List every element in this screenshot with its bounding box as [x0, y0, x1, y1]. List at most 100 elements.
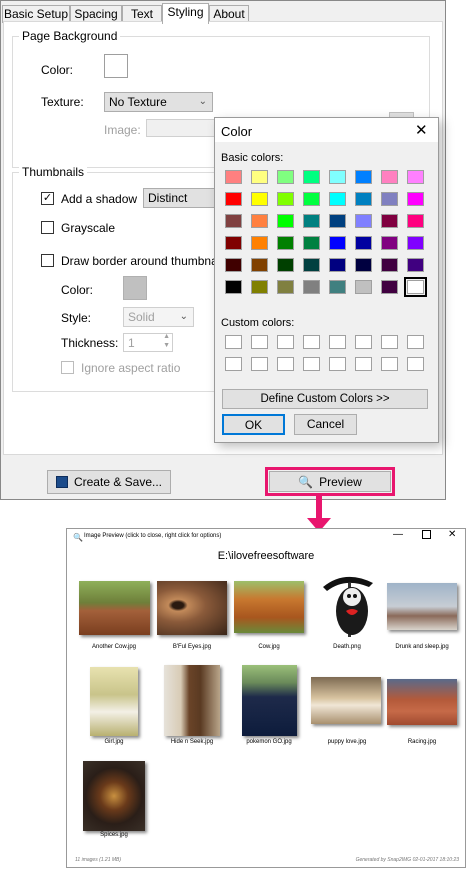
basic-color-swatch[interactable] — [225, 170, 242, 184]
preview-button[interactable]: 🔍 Preview — [269, 471, 391, 492]
basic-color-swatch[interactable] — [251, 170, 268, 184]
basic-color-swatch[interactable] — [355, 280, 372, 294]
thumb-bful-eyes[interactable] — [157, 581, 227, 635]
custom-color-swatch[interactable] — [303, 335, 320, 349]
basic-color-swatch[interactable] — [277, 280, 294, 294]
basic-color-swatch[interactable] — [355, 236, 372, 250]
basic-color-swatch[interactable] — [277, 170, 294, 184]
basic-color-swatch[interactable] — [329, 214, 346, 228]
thickness-spinner[interactable]: 1 ▲ ▼ — [123, 333, 173, 352]
basic-color-swatch[interactable] — [303, 280, 320, 294]
basic-color-swatch[interactable] — [407, 258, 424, 272]
basic-color-swatch[interactable] — [329, 170, 346, 184]
custom-color-swatch[interactable] — [251, 335, 268, 349]
thumb-another-cow[interactable] — [79, 581, 150, 635]
basic-color-swatch[interactable] — [407, 170, 424, 184]
cancel-button[interactable]: Cancel — [294, 414, 357, 435]
create-save-button[interactable]: Create & Save... — [47, 470, 171, 494]
basic-color-swatch[interactable] — [303, 214, 320, 228]
basic-color-swatch[interactable] — [303, 170, 320, 184]
custom-color-swatch[interactable] — [251, 357, 268, 371]
basic-color-swatch[interactable] — [277, 214, 294, 228]
basic-color-swatch[interactable] — [277, 236, 294, 250]
thumb-spices[interactable] — [83, 761, 145, 831]
basic-color-swatch[interactable] — [225, 280, 242, 294]
basic-color-swatch[interactable] — [303, 236, 320, 250]
thumb-pokemon-go[interactable] — [242, 665, 297, 736]
image-path-field[interactable] — [146, 119, 218, 137]
basic-color-swatch[interactable] — [404, 277, 427, 297]
draw-border-checkbox[interactable] — [41, 254, 54, 267]
thumb-hide-n-seek[interactable] — [164, 665, 220, 736]
tab-styling[interactable]: Styling — [162, 3, 209, 24]
custom-color-swatch[interactable] — [329, 357, 346, 371]
basic-color-swatch[interactable] — [303, 192, 320, 206]
basic-color-swatch[interactable] — [407, 236, 424, 250]
custom-color-swatch[interactable] — [277, 357, 294, 371]
bg-color-swatch[interactable] — [104, 54, 128, 78]
basic-color-swatch[interactable] — [225, 214, 242, 228]
custom-color-swatch[interactable] — [225, 357, 242, 371]
define-custom-colors-button[interactable]: Define Custom Colors >> — [222, 389, 428, 409]
basic-color-swatch[interactable] — [303, 258, 320, 272]
basic-color-swatch[interactable] — [355, 192, 372, 206]
ok-button[interactable]: OK — [222, 414, 285, 435]
custom-color-swatch[interactable] — [407, 357, 424, 371]
grayscale-checkbox[interactable] — [41, 221, 54, 234]
thumb-racing[interactable] — [387, 679, 457, 725]
minimize-icon[interactable]: — — [393, 529, 403, 540]
caption-death: Death.png — [333, 644, 361, 650]
basic-color-swatch[interactable] — [407, 192, 424, 206]
thumb-puppy-love[interactable] — [311, 677, 381, 724]
maximize-icon[interactable] — [422, 530, 431, 539]
basic-color-swatch[interactable] — [381, 170, 398, 184]
shadow-type-dropdown[interactable]: Distinct — [143, 188, 215, 208]
close-icon[interactable]: ✕ — [415, 121, 428, 139]
basic-color-swatch[interactable] — [225, 236, 242, 250]
basic-color-swatch[interactable] — [407, 214, 424, 228]
custom-color-swatch[interactable] — [277, 335, 294, 349]
basic-color-swatch[interactable] — [381, 192, 398, 206]
basic-color-swatch[interactable] — [381, 236, 398, 250]
custom-color-swatch[interactable] — [303, 357, 320, 371]
basic-color-swatch[interactable] — [251, 214, 268, 228]
border-style-dropdown[interactable]: Solid ⌄ — [123, 307, 194, 327]
custom-color-swatch[interactable] — [381, 357, 398, 371]
custom-color-swatch[interactable] — [355, 357, 372, 371]
custom-color-swatch[interactable] — [329, 335, 346, 349]
basic-color-swatch[interactable] — [355, 170, 372, 184]
basic-color-swatch[interactable] — [277, 258, 294, 272]
spin-down-icon[interactable]: ▼ — [163, 342, 170, 349]
custom-color-swatch[interactable] — [381, 335, 398, 349]
basic-color-swatch[interactable] — [251, 192, 268, 206]
custom-color-swatch[interactable] — [225, 335, 242, 349]
custom-color-swatch[interactable] — [407, 335, 424, 349]
basic-color-swatch[interactable] — [251, 258, 268, 272]
add-shadow-checkbox[interactable]: ✓ — [41, 192, 54, 205]
basic-color-swatch[interactable] — [329, 258, 346, 272]
basic-color-swatch[interactable] — [329, 192, 346, 206]
thumb-drunk-and-sleep[interactable] — [387, 583, 457, 630]
basic-color-swatch[interactable] — [329, 236, 346, 250]
thumb-cow[interactable] — [234, 581, 304, 633]
basic-color-swatch[interactable] — [277, 192, 294, 206]
basic-color-swatch[interactable] — [251, 280, 268, 294]
thumb-girl[interactable] — [90, 667, 138, 736]
custom-color-swatch[interactable] — [355, 335, 372, 349]
spin-up-icon[interactable]: ▲ — [163, 333, 170, 340]
basic-color-swatch[interactable] — [225, 192, 242, 206]
basic-color-swatch[interactable] — [225, 258, 242, 272]
bg-color-label: Color: — [41, 63, 74, 77]
thumb-death[interactable] — [315, 573, 381, 639]
ignore-aspect-checkbox[interactable] — [61, 361, 74, 374]
basic-color-swatch[interactable] — [355, 214, 372, 228]
basic-color-swatch[interactable] — [355, 258, 372, 272]
basic-color-swatch[interactable] — [381, 214, 398, 228]
close-icon[interactable]: ✕ — [448, 529, 456, 540]
basic-color-swatch[interactable] — [329, 280, 346, 294]
border-color-swatch[interactable] — [123, 276, 147, 300]
texture-dropdown[interactable]: No Texture ⌄ — [104, 92, 213, 112]
basic-color-swatch[interactable] — [381, 258, 398, 272]
basic-color-swatch[interactable] — [381, 280, 398, 294]
basic-color-swatch[interactable] — [251, 236, 268, 250]
